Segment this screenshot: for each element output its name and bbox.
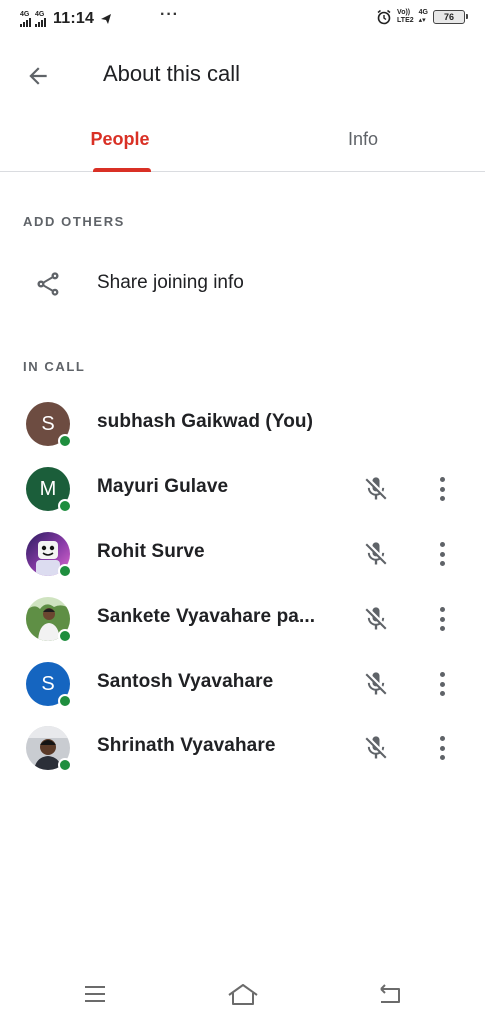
menu-icon[interactable] [83,982,107,1006]
avatar [26,532,72,578]
sim1-signal-icon: 4G [20,11,31,27]
participant-row[interactable]: S Santosh Vyavahare [0,654,485,714]
mobile-data-indicator: 4G ▴▾ [419,9,428,25]
mobile-data-label: 4G [418,9,428,16]
section-header-add-others: ADD OTHERS [23,214,125,229]
more-options-icon[interactable] [430,732,454,764]
status-bar-left: 4G 4G 11:14 [20,9,112,29]
mic-off-icon[interactable] [362,540,390,568]
avatar: M [26,467,72,513]
participant-name: Santosh Vyavahare [97,671,274,692]
presence-indicator [58,694,72,708]
more-options-icon[interactable] [430,473,454,505]
back-button[interactable] [25,58,73,94]
selected-tab-indicator [93,168,151,172]
avatar [26,597,72,643]
presence-indicator [58,629,72,643]
participant-name: Rohit Surve [97,541,205,562]
participant-row[interactable]: Rohit Surve [0,524,485,584]
participant-row[interactable]: Sankete Vyavahare pa... [0,589,485,649]
share-joining-info-label: Share joining info [97,272,244,293]
app-bar: About this call [0,48,485,104]
participant-name: Sankete Vyavahare pa... [97,606,316,627]
arrow-back-icon [29,67,47,85]
telegram-notification-icon [101,14,112,24]
status-bar: 4G 4G 11:14 ··· Vo)) LTE2 4G ▴▾ 76 [0,0,485,36]
volte-bottom-label: LTE2 [397,17,414,24]
battery-level: 76 [443,12,454,22]
mic-off-icon[interactable] [362,605,390,633]
share-icon [37,272,59,296]
avatar: S [26,402,72,448]
sim2-signal-icon: 4G [35,11,46,27]
alarm-icon [377,9,391,25]
mic-off-icon[interactable] [362,670,390,698]
share-joining-info-button[interactable]: Share joining info [0,256,485,312]
data-activity-arrows: ▴▾ [418,17,426,24]
participant-name: Mayuri Gulave [97,476,229,497]
sim2-network-label: 4G [35,11,45,18]
tab-people-label: People [90,129,150,149]
more-notifications-icon: ··· [160,6,179,23]
more-options-icon[interactable] [430,603,454,635]
section-header-in-call: IN CALL [23,359,86,374]
more-options-icon[interactable] [430,668,454,700]
participant-name: subhash Gaikwad (You) [97,411,314,432]
presence-indicator [58,434,72,448]
presence-indicator [58,564,72,578]
participant-row[interactable]: M Mayuri Gulave [0,459,485,519]
more-options-icon[interactable] [430,538,454,570]
mic-off-icon[interactable] [362,734,390,762]
tab-info-label: Info [347,129,379,149]
battery-icon: 76 [433,10,468,24]
sim1-network-label: 4G [20,11,30,18]
system-navigation-bar [0,968,485,1024]
page-title: About this call [103,61,240,86]
back-icon[interactable] [377,982,403,1006]
presence-indicator [58,758,72,772]
avatar: S [26,662,72,708]
volte-indicator: Vo)) LTE2 [397,9,414,25]
clock: 11:14 [53,10,95,27]
participant-row[interactable]: Shrinath Vyavahare [0,718,485,778]
home-icon[interactable] [226,982,260,1008]
participant-row[interactable]: S subhash Gaikwad (You) [0,394,485,454]
volte-top-label: Vo)) [397,9,411,16]
tab-people[interactable]: People [60,116,180,172]
status-bar-right: Vo)) LTE2 4G ▴▾ 76 [376,9,468,25]
mic-off-icon[interactable] [362,475,390,503]
tab-info[interactable]: Info [303,116,423,172]
tab-bar: People Info [0,116,485,172]
avatar [26,726,72,772]
presence-indicator [58,499,72,513]
participant-name: Shrinath Vyavahare [97,735,276,756]
